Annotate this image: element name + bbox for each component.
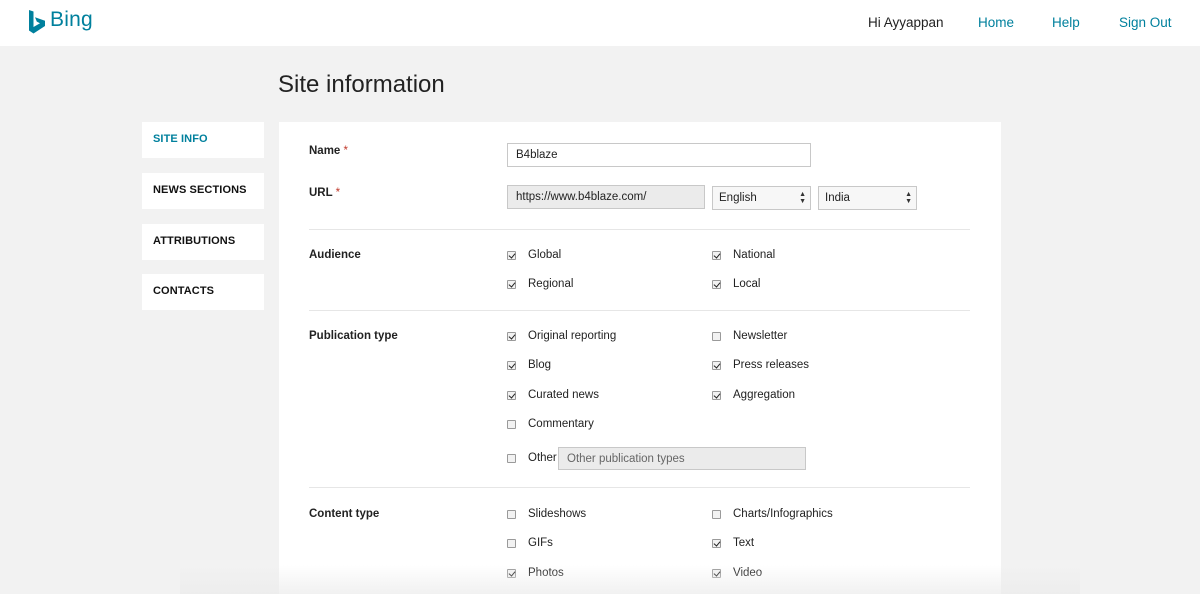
content-gifs-option[interactable]: GIFs (507, 537, 553, 549)
site-info-form: Name * URL * English ▲▼ India ▲▼ Audienc… (279, 122, 1001, 594)
pub-other-option[interactable]: Other (507, 452, 557, 464)
audience-global-option[interactable]: Global (507, 249, 561, 261)
divider (309, 310, 970, 311)
pub-newsletter-option[interactable]: Newsletter (712, 330, 787, 342)
newsletter-checkbox[interactable] (712, 331, 721, 341)
required-mark: * (343, 145, 349, 157)
photos-checkbox[interactable] (507, 568, 516, 578)
bing-logo[interactable]: Bing (28, 8, 93, 35)
content-charts-option[interactable]: Charts/Infographics (712, 508, 833, 520)
brand-name: Bing (50, 8, 93, 31)
global-checkbox[interactable] (507, 250, 516, 260)
content-video-option[interactable]: Video (712, 567, 762, 579)
commentary-checkbox[interactable] (507, 419, 516, 429)
text-checkbox[interactable] (712, 538, 721, 548)
url-field[interactable] (507, 185, 705, 209)
select-arrows-icon: ▲ ▼ (799, 191, 806, 205)
page-title: Site information (278, 71, 445, 98)
audience-regional-option[interactable]: Regional (507, 278, 573, 290)
sidebar-item-contacts[interactable]: CONTACTS (142, 274, 264, 310)
national-checkbox[interactable] (712, 250, 721, 260)
sidebar-item-news-sections[interactable]: NEWS SECTIONS (142, 173, 264, 209)
top-header: Bing Hi Ayyappan Home Help Sign Out (0, 0, 1200, 46)
slideshows-checkbox[interactable] (507, 509, 516, 519)
original-reporting-checkbox[interactable] (507, 331, 516, 341)
other-publication-types-input[interactable] (558, 447, 806, 470)
content-slideshows-option[interactable]: Slideshows (507, 508, 586, 520)
aggregation-checkbox[interactable] (712, 390, 721, 400)
pub-press-releases-option[interactable]: Press releases (712, 359, 809, 371)
user-greeting: Hi Ayyappan (868, 15, 944, 30)
blog-checkbox[interactable] (507, 360, 516, 370)
required-mark: * (335, 187, 341, 199)
select-arrows-icon: ▲ ▼ (905, 191, 912, 205)
audience-label: Audience (309, 249, 361, 261)
help-link[interactable]: Help (1052, 15, 1080, 30)
curated-news-checkbox[interactable] (507, 390, 516, 400)
publication-type-label: Publication type (309, 330, 398, 342)
name-field[interactable] (507, 143, 811, 167)
audience-national-option[interactable]: National (712, 249, 775, 261)
video-checkbox[interactable] (712, 568, 721, 578)
press-releases-checkbox[interactable] (712, 360, 721, 370)
pub-blog-option[interactable]: Blog (507, 359, 551, 371)
other-checkbox[interactable] (507, 453, 516, 463)
pub-commentary-option[interactable]: Commentary (507, 418, 594, 430)
country-select[interactable]: India ▲ ▼ (818, 186, 917, 210)
regional-checkbox[interactable] (507, 279, 516, 289)
bing-b-icon (29, 10, 45, 34)
content-type-label: Content type (309, 508, 380, 520)
audience-local-option[interactable]: Local (712, 278, 761, 290)
sidebar-item-site-info[interactable]: SITE INFO (142, 122, 264, 158)
pub-original-reporting-option[interactable]: Original reporting (507, 330, 616, 342)
url-label: URL * (309, 187, 341, 199)
name-label: Name * (309, 145, 349, 157)
sign-out-link[interactable]: Sign Out (1119, 15, 1172, 30)
divider (309, 487, 970, 488)
local-checkbox[interactable] (712, 279, 721, 289)
language-value: English (719, 192, 757, 204)
sidebar-item-attributions[interactable]: ATTRIBUTIONS (142, 224, 264, 260)
charts-infographics-checkbox[interactable] (712, 509, 721, 519)
language-select[interactable]: English ▲ ▼ (712, 186, 811, 210)
gifs-checkbox[interactable] (507, 538, 516, 548)
pub-aggregation-option[interactable]: Aggregation (712, 389, 795, 401)
divider (309, 229, 970, 230)
pub-curated-news-option[interactable]: Curated news (507, 389, 599, 401)
home-link[interactable]: Home (978, 15, 1014, 30)
country-value: India (825, 192, 850, 204)
content-photos-option[interactable]: Photos (507, 567, 564, 579)
content-text-option[interactable]: Text (712, 537, 754, 549)
